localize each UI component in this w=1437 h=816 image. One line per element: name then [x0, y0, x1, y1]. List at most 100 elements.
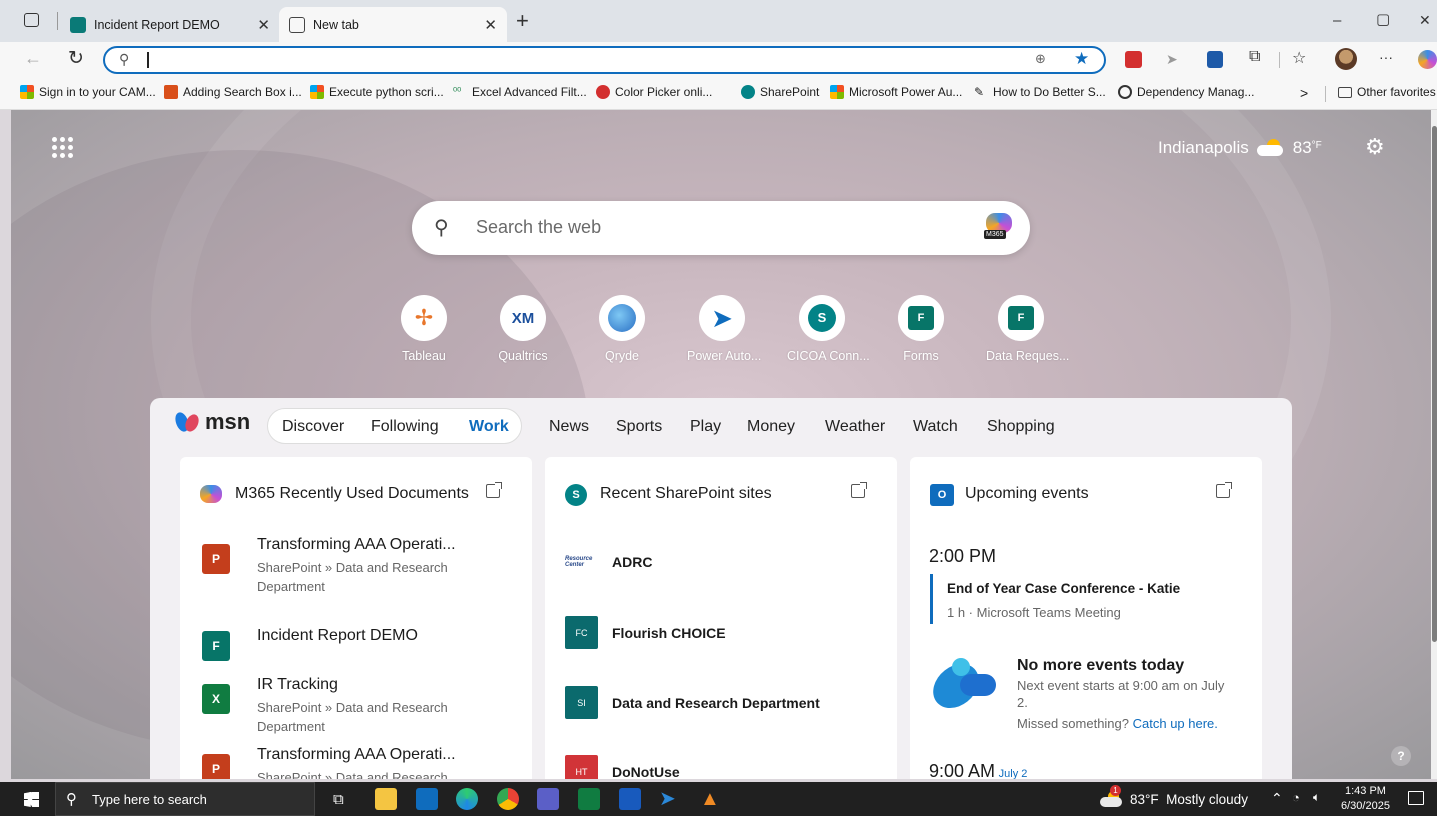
- quick-link-qualtrics[interactable]: XM Qualtrics: [488, 295, 558, 363]
- zoom-icon[interactable]: ⊕: [1035, 51, 1046, 67]
- favorite-item[interactable]: ✎ How to Do Better S...: [974, 85, 1106, 99]
- tab-incident-report[interactable]: Incident Report DEMO ✕: [60, 7, 280, 42]
- power-automate-ext-icon[interactable]: ➤: [1166, 51, 1178, 68]
- help-button[interactable]: ?: [1391, 746, 1411, 766]
- close-tab-icon[interactable]: ✕: [257, 16, 270, 34]
- close-tab-icon[interactable]: ✕: [484, 16, 497, 34]
- tab-news[interactable]: News: [549, 418, 589, 436]
- site-badge: FC: [565, 616, 598, 649]
- favorite-item[interactable]: Microsoft Power Au...: [830, 85, 962, 99]
- new-tab-button[interactable]: +: [516, 8, 529, 34]
- refresh-icon[interactable]: ↻: [68, 47, 84, 70]
- favorite-item[interactable]: Sign in to your CAM...: [20, 85, 156, 99]
- taskbar-weather[interactable]: 1 83°F Mostly cloudy: [1100, 785, 1248, 807]
- teams-icon[interactable]: [537, 788, 559, 810]
- quick-link-power-automate[interactable]: ➤ Power Auto...: [687, 295, 761, 363]
- open-external-icon[interactable]: [851, 482, 867, 498]
- open-external-icon[interactable]: [486, 482, 502, 498]
- partly-cloudy-icon: [1256, 139, 1285, 157]
- document-name: IR Tracking: [257, 676, 338, 693]
- catch-up-link[interactable]: Catch up here.: [1133, 716, 1218, 731]
- quick-link-data-request[interactable]: F Data Reques...: [986, 295, 1069, 363]
- tab-new-tab[interactable]: New tab ✕: [279, 7, 507, 42]
- quick-link-cicoa[interactable]: S CICOA Conn...: [787, 295, 870, 363]
- outlook-icon[interactable]: [416, 788, 438, 810]
- search-icon: ⚲: [119, 51, 130, 67]
- tab-following[interactable]: Following: [371, 418, 439, 436]
- other-favorites[interactable]: Other favorites: [1338, 85, 1436, 99]
- extension-icon[interactable]: [1207, 51, 1223, 68]
- maximize-button[interactable]: ▢: [1376, 10, 1390, 28]
- tab-discover[interactable]: Discover: [282, 418, 344, 436]
- favorite-star-icon[interactable]: ★: [1074, 49, 1089, 69]
- favorite-item[interactable]: Execute python scri...: [310, 85, 444, 99]
- acrobat-icon[interactable]: [1125, 51, 1142, 68]
- msn-logo[interactable]: msn: [172, 409, 250, 435]
- tab-work[interactable]: Work: [469, 418, 509, 436]
- task-view-icon[interactable]: ⧉: [333, 791, 344, 808]
- open-external-icon[interactable]: [1216, 482, 1232, 498]
- copilot-icon[interactable]: [1418, 50, 1437, 69]
- tab-actions-icon[interactable]: [24, 13, 39, 27]
- address-bar[interactable]: ⚲ ⊕ ★: [103, 46, 1106, 74]
- word-icon[interactable]: [619, 788, 641, 810]
- address-input[interactable]: [147, 52, 149, 68]
- more-menu-icon[interactable]: ···: [1379, 49, 1393, 65]
- site-item[interactable]: Resource Center ADRC: [565, 545, 652, 578]
- favorite-item[interactable]: SharePoint: [741, 85, 819, 99]
- resource-center-logo: Resource Center: [565, 545, 598, 578]
- tab-watch[interactable]: Watch: [913, 418, 958, 436]
- favorites-overflow-button[interactable]: >: [1300, 85, 1308, 101]
- weather-widget[interactable]: Indianapolis 83 °F: [1158, 138, 1322, 158]
- power-automate-icon[interactable]: ➤: [659, 788, 681, 810]
- m365-copilot-icon[interactable]: M365: [984, 213, 1014, 243]
- back-icon[interactable]: ←: [24, 48, 42, 69]
- close-button[interactable]: ✕: [1419, 12, 1431, 29]
- favorite-item[interactable]: ᵒᵒ Excel Advanced Filt...: [453, 85, 587, 99]
- settings-gear-icon[interactable]: ⚙: [1365, 134, 1385, 160]
- favorites-icon[interactable]: ☆: [1292, 48, 1306, 68]
- scrollbar-thumb[interactable]: [1432, 126, 1437, 642]
- favorite-item[interactable]: Dependency Manag...: [1118, 85, 1254, 99]
- excel-icon[interactable]: [578, 788, 600, 810]
- favorite-item[interactable]: Adding Search Box i...: [164, 85, 302, 99]
- calendar-illustration-icon: [928, 652, 1000, 712]
- site-item[interactable]: SI Data and Research Department: [565, 686, 820, 719]
- tray-chevron-icon[interactable]: ⌃: [1271, 790, 1283, 807]
- site-item[interactable]: HT DoNotUse: [565, 755, 680, 779]
- tab-weather[interactable]: Weather: [825, 418, 885, 436]
- notifications-icon[interactable]: [1408, 791, 1424, 805]
- event-item[interactable]: End of Year Case Conference - Katie 1 h …: [947, 581, 1247, 620]
- taskbar-search[interactable]: ⚲ Type here to search: [55, 782, 315, 816]
- tab-shopping[interactable]: Shopping: [987, 418, 1055, 436]
- next-event-text-cont: 2.: [1017, 695, 1028, 710]
- tab-play[interactable]: Play: [690, 418, 721, 436]
- edge-icon[interactable]: [456, 788, 478, 810]
- search-icon: ⚲: [66, 791, 77, 808]
- network-icon[interactable]: ◔: [1292, 790, 1300, 805]
- volume-icon[interactable]: 🔈︎: [1313, 790, 1320, 805]
- quick-link-qryde[interactable]: Qryde: [587, 295, 657, 363]
- vlc-icon[interactable]: ▲: [700, 788, 722, 810]
- favorite-label: Microsoft Power Au...: [849, 85, 963, 99]
- profile-avatar[interactable]: [1335, 48, 1357, 70]
- quick-link-forms[interactable]: F Forms: [886, 295, 956, 363]
- chrome-icon[interactable]: [497, 788, 519, 810]
- quick-link-label: Qryde: [604, 349, 640, 363]
- app-launcher-icon[interactable]: [52, 137, 76, 161]
- search-input[interactable]: Search the web: [476, 217, 601, 238]
- tab-money[interactable]: Money: [747, 418, 795, 436]
- m365-icon: [200, 485, 222, 503]
- favorite-item[interactable]: Color Picker onli...: [596, 85, 712, 99]
- extensions-puzzle-icon[interactable]: ⧉: [1249, 48, 1260, 66]
- taskbar-search-input[interactable]: Type here to search: [92, 792, 207, 807]
- windows-start-icon[interactable]: [24, 792, 39, 807]
- quick-link-tableau[interactable]: ✢ Tableau: [389, 295, 459, 363]
- minimize-button[interactable]: –: [1333, 12, 1341, 29]
- web-search-box[interactable]: ⚲ Search the web M365: [412, 201, 1030, 255]
- clock[interactable]: 1:43 PM 6/30/2025: [1341, 784, 1390, 814]
- tab-sports[interactable]: Sports: [616, 418, 662, 436]
- file-explorer-icon[interactable]: [375, 788, 397, 810]
- site-item[interactable]: FC Flourish CHOICE: [565, 616, 726, 649]
- site-label: Flourish CHOICE: [612, 624, 726, 641]
